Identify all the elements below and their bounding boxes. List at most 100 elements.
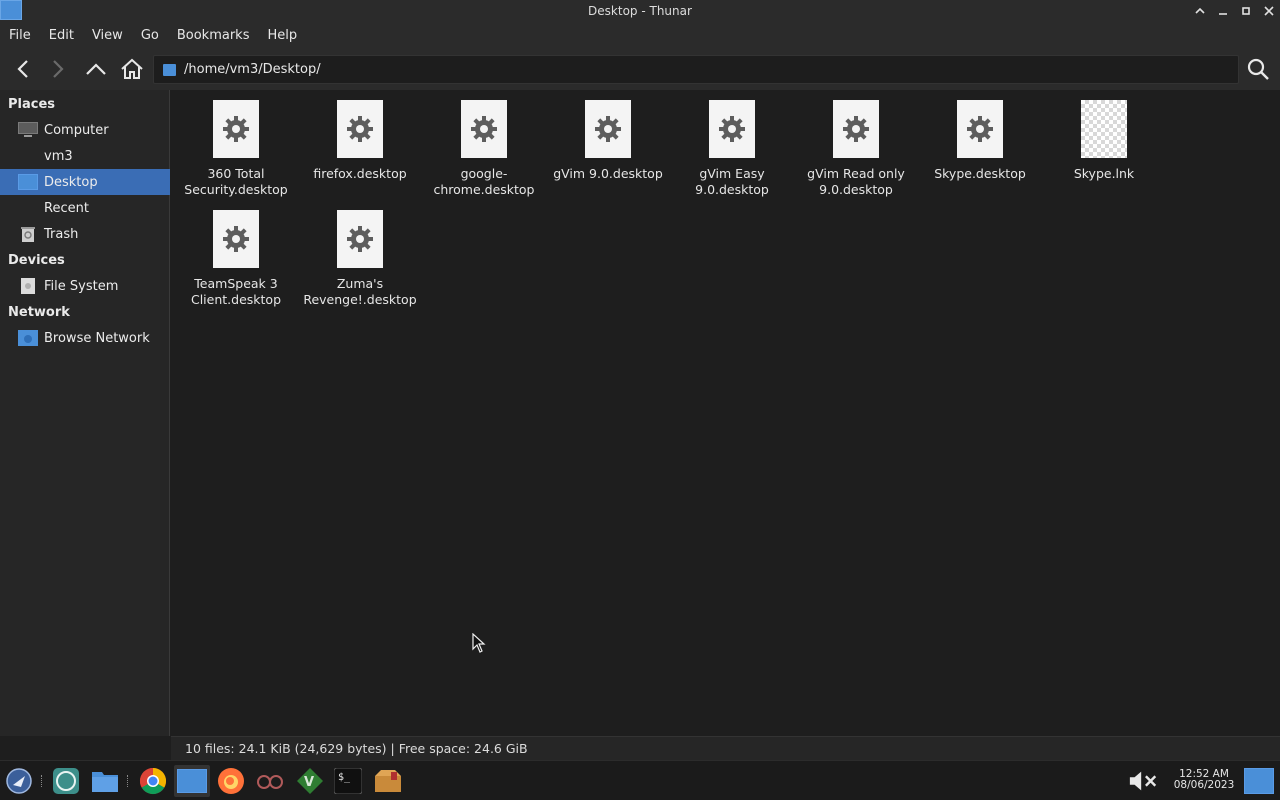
home-button[interactable] xyxy=(117,54,147,84)
network-folder-icon xyxy=(18,329,38,347)
volume-muted-icon[interactable] xyxy=(1128,765,1160,797)
menu-bookmarks[interactable]: Bookmarks xyxy=(168,28,259,43)
show-desktop-icon[interactable] xyxy=(1244,765,1274,797)
search-button[interactable] xyxy=(1243,54,1273,84)
file-item[interactable]: Skype.desktop xyxy=(918,90,1042,182)
menu-go[interactable]: Go xyxy=(132,28,168,43)
taskbar: V $_ 12:52 AM 08/06/2023 xyxy=(0,760,1280,800)
safari-compass-icon[interactable] xyxy=(50,765,82,797)
file-name: Skype.desktop xyxy=(934,166,1026,181)
taskbar-separator xyxy=(41,775,44,787)
drive-icon xyxy=(18,277,38,295)
location-bar[interactable]: /home/vm3/Desktop/ xyxy=(153,55,1239,84)
title-bar: Desktop - Thunar xyxy=(0,0,1280,22)
svg-text:$_: $_ xyxy=(338,772,351,783)
maximize-icon xyxy=(1242,7,1250,15)
file-item[interactable]: Skype.lnk xyxy=(1042,90,1166,182)
menu-file[interactable]: File xyxy=(0,28,40,43)
glasses-icon[interactable] xyxy=(254,765,286,797)
menu-edit[interactable]: Edit xyxy=(40,28,83,43)
archive-icon[interactable] xyxy=(372,765,404,797)
window-title: Desktop - Thunar xyxy=(588,4,692,18)
folder-icon xyxy=(163,63,176,76)
file-item[interactable]: firefox.desktop xyxy=(298,90,422,182)
sidebar-item-vm3[interactable]: vm3 xyxy=(0,143,170,169)
gear-icon xyxy=(337,100,383,158)
sidebar-item-label: Computer xyxy=(44,122,109,138)
clock[interactable]: 12:52 AM 08/06/2023 xyxy=(1172,769,1236,791)
sidebar-item-trash[interactable]: Trash xyxy=(0,221,170,247)
menu-view[interactable]: View xyxy=(83,28,132,43)
sidebar-item-file-system[interactable]: File System xyxy=(0,273,170,299)
restore-button[interactable] xyxy=(1191,2,1209,20)
sidebar-item-browse-network[interactable]: Browse Network xyxy=(0,325,170,351)
desktop-folder-icon xyxy=(18,173,38,191)
gear-icon xyxy=(213,210,259,268)
svg-text:V: V xyxy=(304,775,314,790)
sidebar-item-recent[interactable]: Recent xyxy=(0,195,170,221)
gear-icon xyxy=(957,100,1003,158)
sidebar-item-label: vm3 xyxy=(44,148,73,164)
trash-icon xyxy=(18,225,38,243)
file-name: 360 Total Security.desktop xyxy=(184,166,288,197)
file-item[interactable]: 360 Total Security.desktop xyxy=(174,90,298,198)
arrow-left-icon xyxy=(17,60,28,78)
firefox-icon[interactable] xyxy=(215,765,247,797)
file-item[interactable]: TeamSpeak 3 Client.desktop xyxy=(174,200,298,308)
sidebar: Places Computer vm3 Desktop Recent Trash… xyxy=(0,90,170,736)
computer-icon xyxy=(18,121,38,139)
gear-icon xyxy=(213,100,259,158)
file-item[interactable]: gVim 9.0.desktop xyxy=(546,90,670,182)
terminal-icon[interactable]: $_ xyxy=(332,765,364,797)
places-heading: Places xyxy=(8,97,56,112)
file-item[interactable]: gVim Easy 9.0.desktop xyxy=(670,90,794,198)
sidebar-item-label: Recent xyxy=(44,200,89,216)
status-bar: 10 files: 24.1 KiB (24,629 bytes) | Free… xyxy=(171,736,1280,760)
file-name: TeamSpeak 3 Client.desktop xyxy=(190,276,282,307)
file-name: Skype.lnk xyxy=(1073,166,1135,181)
forward-button[interactable] xyxy=(43,54,73,84)
clock-date: 08/06/2023 xyxy=(1173,779,1235,791)
maximize-button[interactable] xyxy=(1237,2,1255,20)
sidebar-item-desktop[interactable]: Desktop xyxy=(0,169,170,195)
sidebar-item-label: Browse Network xyxy=(44,330,150,346)
arrow-right-icon xyxy=(53,60,64,78)
sidebar-item-label: Trash xyxy=(44,226,79,242)
gear-icon xyxy=(585,100,631,158)
file-item[interactable]: google- chrome.desktop xyxy=(422,90,546,198)
chevron-up-icon xyxy=(1195,7,1205,14)
file-item[interactable]: Zuma's Revenge!.desktop xyxy=(298,200,422,308)
network-heading: Network xyxy=(8,305,70,320)
gear-icon xyxy=(709,100,755,158)
vim-icon[interactable]: V xyxy=(294,765,326,797)
back-button[interactable] xyxy=(8,54,38,84)
parent-folder-button[interactable] xyxy=(81,54,111,84)
file-name: firefox.desktop xyxy=(313,166,407,181)
file-item[interactable]: gVim Read only 9.0.desktop xyxy=(794,90,918,198)
location-path: /home/vm3/Desktop/ xyxy=(184,62,321,77)
file-name: gVim Read only 9.0.desktop xyxy=(807,166,905,197)
menu-bar: File Edit View Go Bookmarks Help xyxy=(0,22,1280,48)
close-button[interactable] xyxy=(1260,2,1278,20)
status-text: 10 files: 24.1 KiB (24,629 bytes) | Free… xyxy=(185,741,528,756)
start-menu-icon[interactable] xyxy=(3,765,35,797)
file-name: gVim 9.0.desktop xyxy=(553,166,663,181)
gear-icon xyxy=(461,100,507,158)
mouse-cursor-icon xyxy=(472,633,486,653)
sidebar-item-label: Desktop xyxy=(44,174,98,190)
gear-icon xyxy=(833,100,879,158)
chrome-icon[interactable] xyxy=(137,765,169,797)
menu-help[interactable]: Help xyxy=(258,28,306,43)
sidebar-item-label: File System xyxy=(44,278,119,294)
thunar-window-icon[interactable] xyxy=(174,765,210,797)
sidebar-item-computer[interactable]: Computer xyxy=(0,117,170,143)
files-icon[interactable] xyxy=(89,765,121,797)
minimize-button[interactable] xyxy=(1214,2,1232,20)
file-view[interactable]: 360 Total Security.desktop firefox.deskt… xyxy=(171,90,1280,736)
file-name: gVim Easy 9.0.desktop xyxy=(695,166,769,197)
minimize-icon xyxy=(1219,13,1227,15)
search-icon xyxy=(1247,58,1269,80)
gear-icon xyxy=(337,210,383,268)
blank-file-icon xyxy=(1081,100,1127,158)
home-icon xyxy=(121,58,143,79)
